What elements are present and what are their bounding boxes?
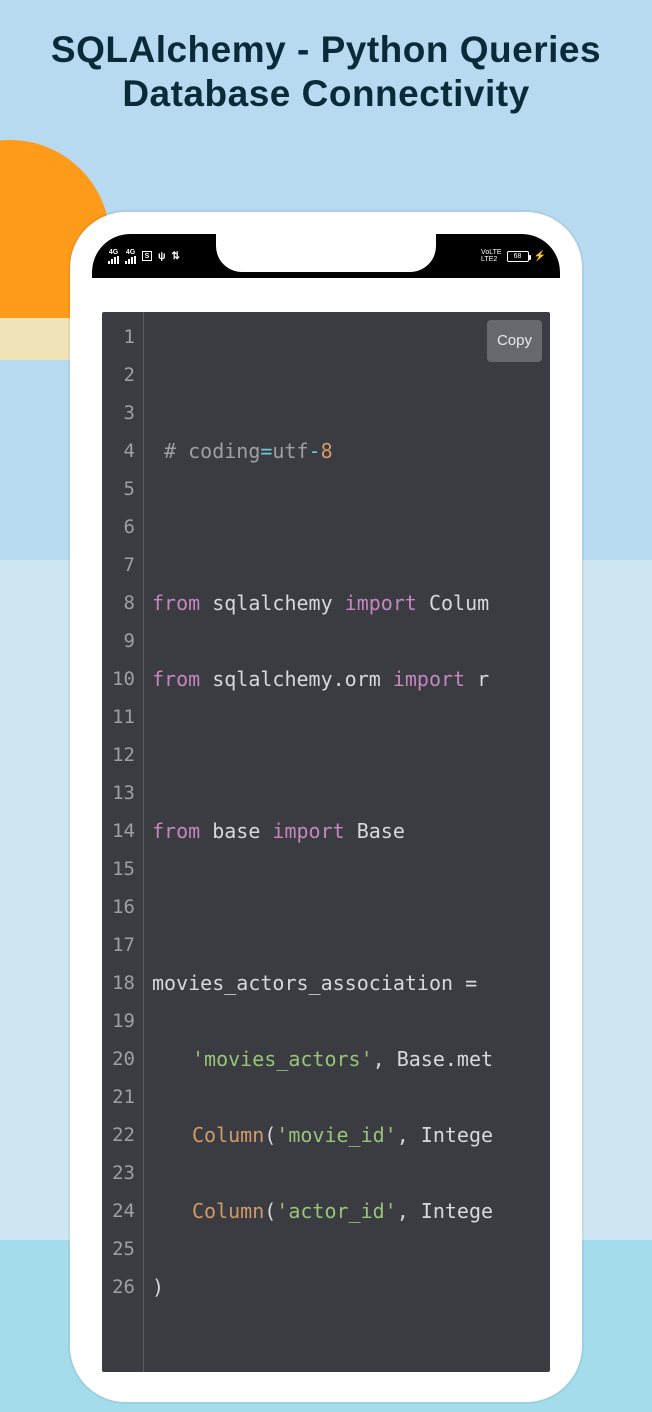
line-number: 25 (102, 1230, 135, 1268)
page-title: SQLAlchemy - Python Queries Database Con… (0, 28, 652, 117)
line-number: 23 (102, 1154, 135, 1192)
line-number: 2 (102, 356, 135, 394)
code-line (152, 1344, 550, 1372)
line-number: 18 (102, 964, 135, 1002)
signal-icon: 4G (108, 249, 119, 264)
charging-icon: ⚡ (534, 251, 546, 262)
line-number: 10 (102, 660, 135, 698)
phone-notch (216, 234, 436, 272)
copy-button[interactable]: Copy (487, 320, 542, 362)
battery-icon: 68 (507, 251, 529, 262)
network-label: 4G (109, 249, 118, 256)
line-number: 12 (102, 736, 135, 774)
phone-mockup: 4G 4G S ψ ⇅ VoLTE LTE2 68 ⚡ (70, 212, 582, 1402)
code-line (152, 736, 550, 774)
usb-icon: ψ (158, 251, 166, 262)
status-left: 4G 4G S ψ ⇅ (108, 234, 180, 278)
line-number: 1 (102, 318, 135, 356)
app-body: Copy 12345678910111213141516171819202122… (92, 278, 560, 1402)
code-line (152, 888, 550, 926)
line-number: 3 (102, 394, 135, 432)
network-label: 4G (126, 249, 135, 256)
line-number: 4 (102, 432, 135, 470)
line-number: 6 (102, 508, 135, 546)
lte-indicator: VoLTE LTE2 (481, 249, 502, 263)
line-number: 21 (102, 1078, 135, 1116)
line-number-gutter: 1234567891011121314151617181920212223242… (102, 312, 144, 1372)
line-number: 19 (102, 1002, 135, 1040)
line-number: 9 (102, 622, 135, 660)
line-number: 20 (102, 1040, 135, 1078)
code-line: ) (152, 1268, 550, 1306)
signal-icon: 4G (125, 249, 136, 264)
code-line: 'movies_actors', Base.met (152, 1040, 550, 1078)
headline-line-2: Database Connectivity (122, 73, 529, 114)
s-icon: S (142, 251, 152, 261)
headline-line-1: SQLAlchemy - Python Queries (51, 29, 601, 70)
line-number: 14 (102, 812, 135, 850)
code-line (152, 508, 550, 546)
line-number: 15 (102, 850, 135, 888)
line-number: 16 (102, 888, 135, 926)
phone-screen: 4G 4G S ψ ⇅ VoLTE LTE2 68 ⚡ (92, 234, 560, 1402)
transfer-icon: ⇅ (172, 251, 180, 262)
code-area[interactable]: # coding=utf-8 from sqlalchemy import Co… (144, 312, 550, 1372)
code-line: movies_actors_association = (152, 964, 550, 1002)
code-line: Column('movie_id', Intege (152, 1116, 550, 1154)
line-number: 11 (102, 698, 135, 736)
line-number: 17 (102, 926, 135, 964)
code-line: Column('actor_id', Intege (152, 1192, 550, 1230)
line-number: 26 (102, 1268, 135, 1306)
line-number: 5 (102, 470, 135, 508)
line-number: 22 (102, 1116, 135, 1154)
code-line: from sqlalchemy.orm import r (152, 660, 550, 698)
line-number: 13 (102, 774, 135, 812)
line-number: 24 (102, 1192, 135, 1230)
status-right: VoLTE LTE2 68 ⚡ (481, 234, 546, 278)
code-line: from sqlalchemy import Colum (152, 584, 550, 622)
line-number: 7 (102, 546, 135, 584)
code-line: from base import Base (152, 812, 550, 850)
status-bar: 4G 4G S ψ ⇅ VoLTE LTE2 68 ⚡ (92, 234, 560, 278)
code-line: # coding=utf-8 (152, 432, 550, 470)
code-editor[interactable]: Copy 12345678910111213141516171819202122… (102, 312, 550, 1372)
line-number: 8 (102, 584, 135, 622)
